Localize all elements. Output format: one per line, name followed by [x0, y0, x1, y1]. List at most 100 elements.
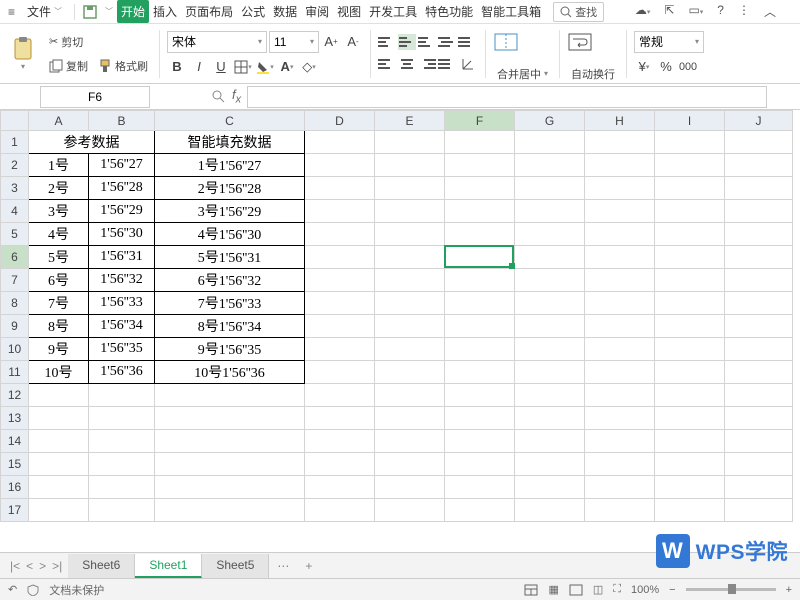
cell[interactable] [515, 154, 585, 177]
cell[interactable] [445, 177, 515, 200]
underline-button[interactable]: U [211, 57, 231, 77]
cell[interactable] [725, 223, 793, 246]
row-header[interactable]: 15 [1, 453, 29, 476]
cell[interactable] [515, 223, 585, 246]
borders-button[interactable]: ▾ [233, 57, 253, 77]
comma-button[interactable]: 000 [678, 57, 698, 77]
sheet-nav-last-icon[interactable]: >| [52, 559, 62, 573]
cell[interactable] [445, 223, 515, 246]
cell[interactable] [655, 292, 725, 315]
cell[interactable] [305, 154, 375, 177]
increase-font-button[interactable]: A+ [321, 32, 341, 52]
sheet-tab[interactable]: Sheet6 [68, 554, 135, 578]
cell[interactable] [515, 338, 585, 361]
row-header[interactable]: 17 [1, 499, 29, 522]
cell[interactable] [515, 131, 585, 154]
align-top-button[interactable] [378, 34, 396, 50]
window-icon[interactable]: ▭▾ [688, 3, 703, 20]
column-header[interactable]: A [29, 111, 89, 131]
cell[interactable] [375, 315, 445, 338]
cell[interactable] [585, 246, 655, 269]
cell[interactable] [29, 476, 89, 499]
currency-button[interactable]: ¥▾ [634, 57, 654, 77]
cell[interactable] [305, 200, 375, 223]
sheet-nav-first-icon[interactable]: |< [10, 559, 20, 573]
wrap-text-label[interactable]: 自动换行 [567, 64, 619, 84]
cell[interactable]: 1'56''36 [89, 361, 155, 384]
row-header[interactable]: 4 [1, 200, 29, 223]
view-page-icon[interactable] [569, 584, 583, 596]
cell[interactable] [725, 476, 793, 499]
cell[interactable] [89, 499, 155, 522]
cell[interactable] [655, 177, 725, 200]
cell[interactable] [305, 269, 375, 292]
zoom-in-button[interactable]: + [786, 584, 792, 596]
cell[interactable] [445, 361, 515, 384]
decrease-font-button[interactable]: A- [343, 32, 363, 52]
cell[interactable] [585, 131, 655, 154]
cloud-icon[interactable]: ☁▾ [635, 3, 651, 20]
cell[interactable]: 1'56''32 [89, 269, 155, 292]
cell[interactable] [655, 476, 725, 499]
select-all-corner[interactable] [1, 111, 29, 131]
cell[interactable]: 1'56''33 [89, 292, 155, 315]
ribbon-tab-2[interactable]: 页面布局 [181, 0, 237, 23]
ribbon-tab-9[interactable]: 智能工具箱 [477, 0, 545, 23]
cell[interactable] [305, 361, 375, 384]
cell[interactable] [305, 338, 375, 361]
cell[interactable] [585, 407, 655, 430]
sheet-tab[interactable]: Sheet1 [135, 554, 202, 578]
cell[interactable] [725, 361, 793, 384]
fx-icon[interactable]: fx [232, 87, 241, 106]
clear-format-button[interactable]: ◇▾ [299, 57, 319, 77]
cell[interactable] [515, 315, 585, 338]
cell[interactable] [375, 338, 445, 361]
cell[interactable] [655, 246, 725, 269]
paste-button[interactable]: ▾ [10, 36, 36, 72]
app-menu-icon[interactable]: ≡ [4, 3, 19, 21]
cell[interactable] [445, 407, 515, 430]
cell[interactable]: 8号1'56''34 [155, 315, 305, 338]
cell[interactable] [375, 200, 445, 223]
cell[interactable] [655, 453, 725, 476]
cell[interactable]: 5号1'56''31 [155, 246, 305, 269]
font-size-select[interactable]: 11▾ [269, 31, 319, 53]
cell[interactable] [29, 499, 89, 522]
cell[interactable] [655, 430, 725, 453]
cell[interactable] [29, 407, 89, 430]
share-icon[interactable]: ⇱ [664, 3, 674, 20]
cell[interactable] [375, 177, 445, 200]
cell[interactable]: 6号1'56''32 [155, 269, 305, 292]
cell[interactable] [375, 453, 445, 476]
cell[interactable] [305, 499, 375, 522]
ribbon-tab-1[interactable]: 插入 [149, 0, 181, 23]
row-header[interactable]: 14 [1, 430, 29, 453]
cell[interactable] [29, 453, 89, 476]
cell[interactable] [655, 384, 725, 407]
cell[interactable] [655, 338, 725, 361]
cell[interactable]: 1'56''29 [89, 200, 155, 223]
cell[interactable] [515, 499, 585, 522]
formula-input[interactable] [247, 86, 767, 108]
cell[interactable] [375, 269, 445, 292]
cell[interactable] [445, 154, 515, 177]
file-menu[interactable]: 文件﹀ [19, 1, 70, 22]
cell[interactable] [585, 430, 655, 453]
cell[interactable] [655, 200, 725, 223]
cell[interactable] [305, 430, 375, 453]
cell[interactable] [725, 338, 793, 361]
sheet-tab[interactable]: Sheet5 [202, 554, 269, 578]
cell[interactable] [725, 292, 793, 315]
percent-button[interactable]: % [656, 57, 676, 77]
cell[interactable] [305, 453, 375, 476]
cell[interactable] [585, 499, 655, 522]
cell[interactable] [515, 177, 585, 200]
cell[interactable] [585, 361, 655, 384]
cell[interactable] [515, 292, 585, 315]
cell[interactable] [515, 430, 585, 453]
cell[interactable] [725, 269, 793, 292]
justify-button[interactable] [438, 56, 456, 72]
cell[interactable] [445, 200, 515, 223]
cell[interactable]: 1'56''30 [89, 223, 155, 246]
align-center-button[interactable] [398, 56, 416, 72]
